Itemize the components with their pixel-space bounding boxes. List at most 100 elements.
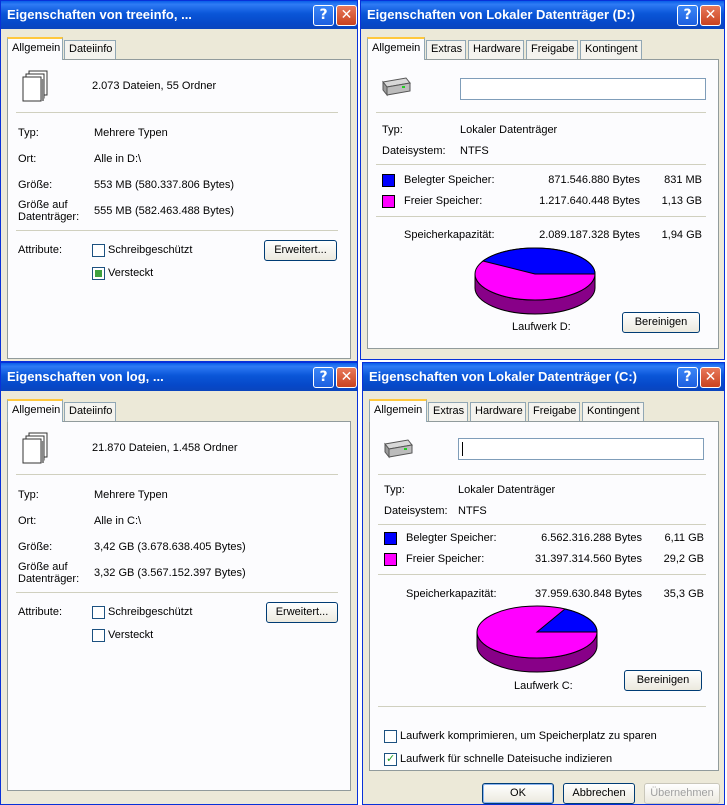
cancel-button[interactable]: Abbrechen xyxy=(563,783,635,804)
size-label: Größe: xyxy=(18,541,53,553)
hidden-checkbox[interactable] xyxy=(92,629,105,642)
capacity-label: Speicherkapazität: xyxy=(404,229,495,241)
location-value: Alle in C:\ xyxy=(94,515,142,527)
type-label: Typ: xyxy=(18,489,39,501)
index-drive-checkbox[interactable] xyxy=(384,752,397,766)
title-bar[interactable]: Eigenschaften von Lokaler Datenträger (D… xyxy=(361,1,724,29)
tab-dateiinfo[interactable]: Dateiinfo xyxy=(64,402,116,421)
disk-size-label: Größe auf xyxy=(18,561,68,573)
capacity-bytes: 37.959.630.848 Bytes xyxy=(534,588,642,600)
tab-hardware[interactable]: Hardware xyxy=(468,40,524,59)
advanced-button[interactable]: Erweitert... xyxy=(266,602,338,623)
cleanup-button[interactable]: Bereinigen xyxy=(624,670,702,691)
used-space-swatch xyxy=(384,532,397,545)
disk-usage-pie-chart xyxy=(474,247,596,315)
free-space-label: Freier Speicher: xyxy=(404,195,483,207)
close-icon[interactable]: ✕ xyxy=(336,5,357,26)
tab-panel: Typ: Lokaler Datenträger Dateisystem: NT… xyxy=(367,59,719,349)
attributes-label: Attribute: xyxy=(18,606,63,618)
multiple-files-icon xyxy=(22,70,48,102)
drive-label-input[interactable] xyxy=(458,438,704,460)
readonly-label[interactable]: Schreibgeschützt xyxy=(108,606,192,618)
tab-freigabe[interactable]: Freigabe xyxy=(526,40,578,59)
used-space-bytes: 6.562.316.288 Bytes xyxy=(541,532,642,544)
help-icon[interactable]: ? xyxy=(313,5,334,26)
index-drive-label[interactable]: Laufwerk für schnelle Dateisuche indizie… xyxy=(400,753,612,765)
free-space-label: Freier Speicher: xyxy=(406,553,485,565)
size-label: Größe: xyxy=(18,179,53,191)
tab-panel: 2.073 Dateien, 55 Ordner Typ: Mehrere Ty… xyxy=(7,59,351,359)
drive-name-label: Laufwerk D: xyxy=(512,321,571,333)
hidden-label[interactable]: Versteckt xyxy=(108,629,153,641)
disk-size-label-2: Datenträger: xyxy=(18,211,80,223)
filesystem-label: Dateisystem: xyxy=(382,145,446,157)
window-title: Eigenschaften von log, ... xyxy=(7,369,164,384)
free-space-size: 1,13 GB xyxy=(661,195,702,207)
help-icon[interactable]: ? xyxy=(677,5,698,26)
tab-freigabe[interactable]: Freigabe xyxy=(528,402,580,421)
title-bar[interactable]: Eigenschaften von log, ... xyxy=(1,363,357,391)
disk-size-value: 3,32 GB (3.567.152.397 Bytes) xyxy=(94,567,246,579)
tab-allgemein[interactable]: Allgemein xyxy=(7,37,63,60)
used-space-size: 831 MB xyxy=(664,174,702,186)
hidden-checkbox[interactable] xyxy=(92,267,105,280)
free-space-swatch xyxy=(382,195,395,208)
type-label: Typ: xyxy=(382,124,403,136)
disk-size-label-2: Datenträger: xyxy=(18,573,80,585)
drive-label-input[interactable] xyxy=(460,78,706,100)
tab-panel: 21.870 Dateien, 1.458 Ordner Typ: Mehrer… xyxy=(7,421,351,791)
separator xyxy=(378,474,706,475)
hidden-label[interactable]: Versteckt xyxy=(108,267,153,279)
advanced-button[interactable]: Erweitert... xyxy=(264,240,337,261)
tab-allgemein[interactable]: Allgemein xyxy=(7,399,63,422)
close-icon[interactable]: ✕ xyxy=(700,367,721,388)
tab-extras[interactable]: Extras xyxy=(426,40,466,59)
filesystem-label: Dateisystem: xyxy=(384,505,448,517)
readonly-checkbox[interactable] xyxy=(92,606,105,619)
filesystem-value: NTFS xyxy=(460,145,489,157)
properties-window-drive-d: Eigenschaften von Lokaler Datenträger (D… xyxy=(360,0,725,360)
ok-button[interactable]: OK xyxy=(482,783,554,804)
free-space-swatch xyxy=(384,553,397,566)
multiple-files-icon xyxy=(22,432,48,464)
separator xyxy=(16,592,338,593)
readonly-label[interactable]: Schreibgeschützt xyxy=(108,244,192,256)
tab-kontingent[interactable]: Kontingent xyxy=(580,40,642,59)
separator xyxy=(16,474,338,475)
disk-size-label: Größe auf xyxy=(18,199,68,211)
title-bar[interactable]: Eigenschaften von Lokaler Datenträger (C… xyxy=(363,363,724,391)
attributes-label: Attribute: xyxy=(18,244,63,256)
free-space-size: 29,2 GB xyxy=(663,553,704,565)
close-icon[interactable]: ✕ xyxy=(700,5,721,26)
free-space-bytes: 1.217.640.448 Bytes xyxy=(539,195,640,207)
help-icon[interactable]: ? xyxy=(677,367,698,388)
close-icon[interactable]: ✕ xyxy=(336,367,357,388)
capacity-size: 1,94 GB xyxy=(661,229,702,241)
readonly-checkbox[interactable] xyxy=(92,244,105,257)
used-space-bytes: 871.546.880 Bytes xyxy=(548,174,640,186)
separator xyxy=(16,230,338,231)
apply-button[interactable]: Übernehmen xyxy=(644,783,720,804)
tab-allgemein[interactable]: Allgemein xyxy=(369,399,427,422)
separator xyxy=(376,164,706,165)
window-title: Eigenschaften von Lokaler Datenträger (C… xyxy=(369,369,637,384)
selection-summary: 2.073 Dateien, 55 Ordner xyxy=(92,80,217,92)
cleanup-button[interactable]: Bereinigen xyxy=(622,312,700,333)
tab-hardware[interactable]: Hardware xyxy=(470,402,526,421)
location-label: Ort: xyxy=(18,515,37,527)
tab-extras[interactable]: Extras xyxy=(428,402,468,421)
tab-allgemein[interactable]: Allgemein xyxy=(367,37,425,60)
separator xyxy=(378,524,706,525)
compress-drive-label[interactable]: Laufwerk komprimieren, um Speicherplatz … xyxy=(400,730,657,742)
type-value: Lokaler Datenträger xyxy=(460,124,558,136)
used-space-swatch xyxy=(382,174,395,187)
drive-name-label: Laufwerk C: xyxy=(514,680,573,692)
compress-drive-checkbox[interactable] xyxy=(384,730,397,743)
title-bar[interactable]: Eigenschaften von treeinfo, ... xyxy=(1,1,357,29)
tab-dateiinfo[interactable]: Dateiinfo xyxy=(64,40,116,59)
properties-window-drive-c: Eigenschaften von Lokaler Datenträger (C… xyxy=(362,362,725,805)
tab-panel: Typ: Lokaler Datenträger Dateisystem: NT… xyxy=(369,421,719,771)
window-title: Eigenschaften von Lokaler Datenträger (D… xyxy=(367,7,635,22)
help-icon[interactable]: ? xyxy=(313,367,334,388)
tab-kontingent[interactable]: Kontingent xyxy=(582,402,644,421)
